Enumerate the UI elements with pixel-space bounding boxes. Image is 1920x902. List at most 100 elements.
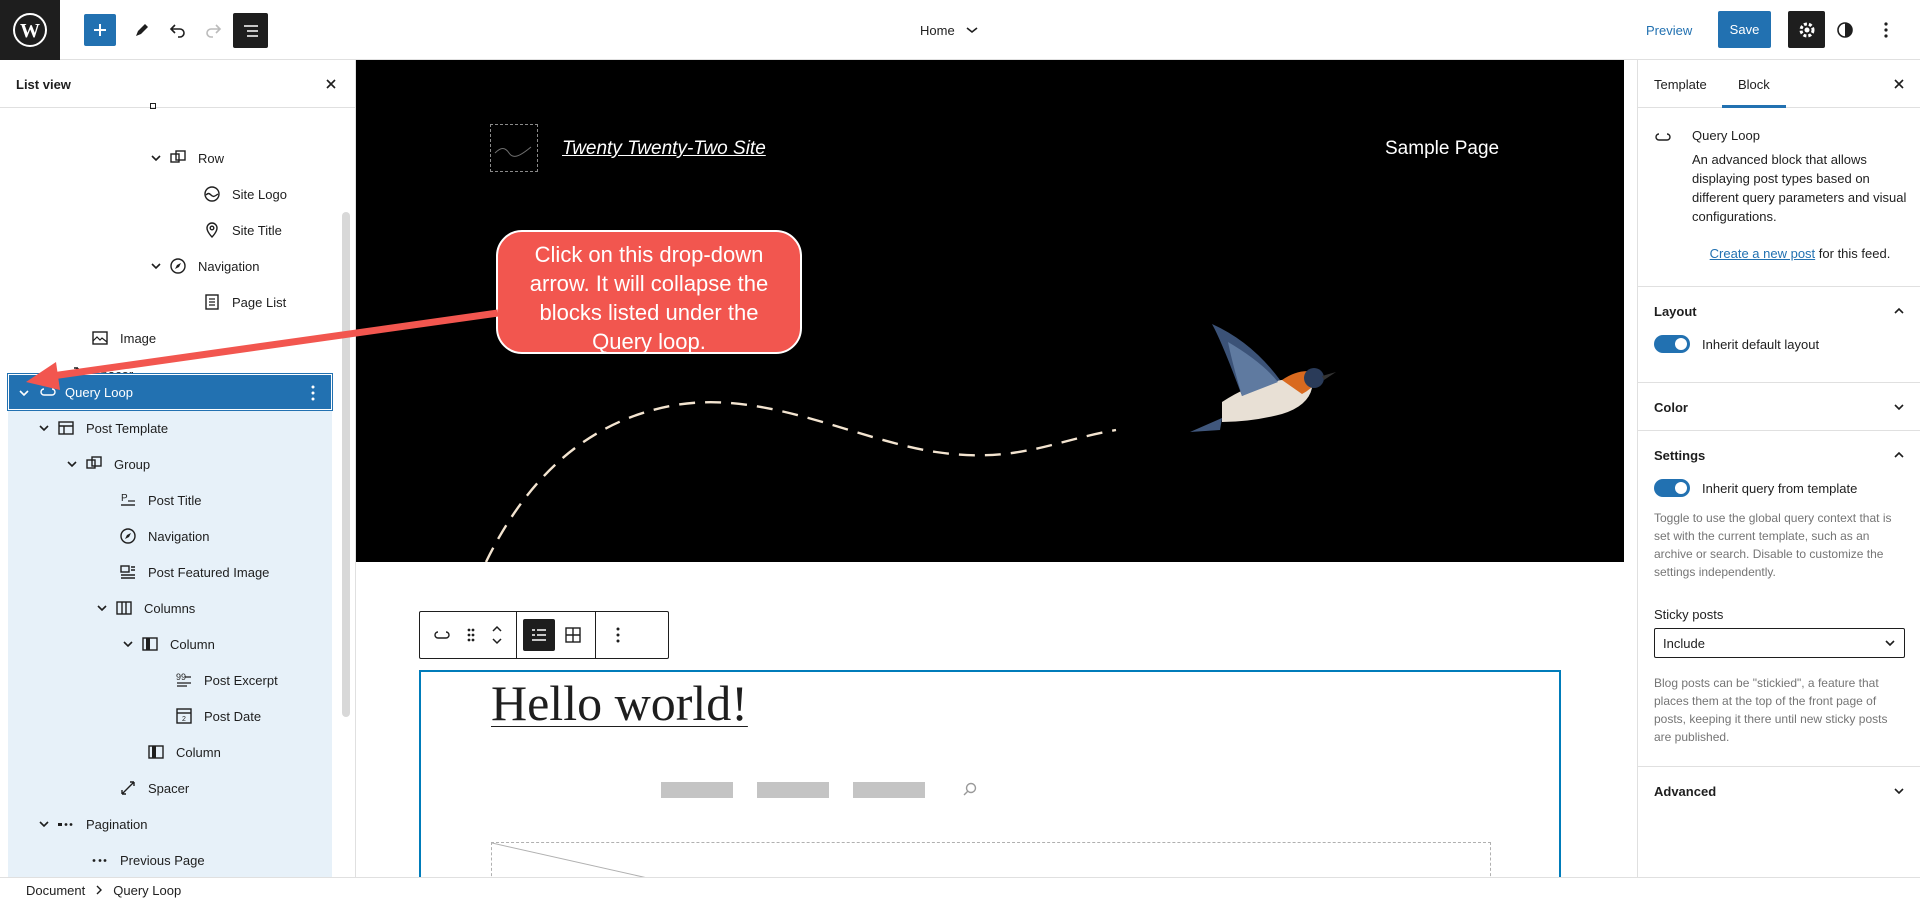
post-title[interactable]: Hello world! — [491, 674, 748, 732]
close-list-view-button[interactable] — [319, 72, 343, 96]
list-item[interactable]: Navigation — [116, 518, 209, 554]
list-item-label: Post Excerpt — [204, 672, 278, 688]
advanced-panel-toggle[interactable]: Advanced — [1638, 767, 1920, 815]
site-header-block[interactable]: Twenty Twenty-Two Site Sample Page Click… — [356, 60, 1624, 562]
list-item-query-loop[interactable]: Query Loop — [7, 373, 333, 411]
drag-handle[interactable] — [460, 619, 482, 651]
query-loop-block[interactable]: Hello world! — [419, 670, 1561, 877]
site-logo-icon — [200, 182, 224, 206]
settings-panel-title: Settings — [1654, 447, 1706, 463]
excerpt-icon: 99 — [172, 668, 196, 692]
list-item[interactable]: Post Featured Image — [116, 554, 269, 590]
list-item[interactable]: Pagination — [34, 806, 147, 842]
styles-button[interactable] — [1829, 14, 1861, 46]
list-view-icon — [243, 24, 258, 37]
list-item[interactable]: Columns — [92, 590, 195, 626]
list-item-label: Columns — [144, 600, 196, 616]
close-sidebar-button[interactable] — [1887, 72, 1911, 96]
tab-template[interactable]: Template — [1638, 60, 1723, 108]
list-item[interactable]: Post Template — [34, 410, 168, 446]
settings-sidebar: Template Block Query Loop An advanced bl… — [1637, 60, 1920, 877]
block-card-description: An advanced block that allows displaying… — [1692, 152, 1907, 224]
list-view-scrollbar[interactable] — [342, 212, 350, 717]
list-item[interactable]: Column — [144, 734, 221, 770]
inherit-layout-row: Inherit default layout — [1638, 335, 1920, 353]
color-panel: Color — [1638, 382, 1920, 430]
document-title-dropdown[interactable]: Home — [920, 14, 979, 46]
tab-block[interactable]: Block — [1722, 60, 1786, 108]
sticky-posts-select[interactable]: Include — [1654, 628, 1905, 658]
block-breadcrumb: Document Query Loop — [0, 877, 1920, 902]
column-icon — [138, 632, 162, 656]
search-icon — [959, 778, 981, 800]
more-vertical-icon[interactable] — [301, 381, 325, 405]
settings-panel-toggle[interactable]: Settings — [1638, 431, 1920, 479]
breadcrumb-query-loop[interactable]: Query Loop — [113, 883, 181, 898]
columns-icon — [112, 596, 136, 620]
list-item[interactable]: Column — [118, 626, 215, 662]
chevron-down-icon[interactable] — [34, 814, 54, 834]
chevron-down-icon[interactable] — [118, 634, 138, 654]
list-item[interactable]: 2 Post Date — [172, 698, 261, 734]
list-item[interactable]: P Post Title — [116, 482, 201, 518]
chevron-down-icon — [1885, 640, 1895, 647]
grid-display-button[interactable] — [557, 619, 589, 651]
list-item[interactable]: Image — [88, 320, 156, 356]
list-item[interactable]: Site Logo — [200, 176, 287, 212]
chevron-down-icon[interactable] — [62, 454, 82, 474]
resize-icon — [116, 776, 140, 800]
list-item[interactable]: Previous Page — [88, 842, 205, 877]
chevron-up-icon — [1894, 307, 1904, 314]
layout-panel: Layout Inherit default layout — [1638, 286, 1920, 390]
block-options-button[interactable] — [602, 619, 634, 651]
more-vertical-icon — [616, 627, 620, 643]
preview-button[interactable]: Preview — [1640, 14, 1698, 46]
list-item-label: Query Loop — [65, 385, 133, 400]
loop-icon — [434, 631, 450, 639]
list-item[interactable] — [150, 100, 156, 112]
compass-icon — [116, 524, 140, 548]
list-item-label: Page List — [232, 294, 287, 310]
create-post-line: Create a new post for this feed. — [1692, 246, 1908, 261]
wordpress-logo-icon[interactable]: W — [0, 0, 60, 60]
list-item[interactable]: Group — [62, 446, 150, 482]
chevron-down-icon[interactable] — [92, 598, 112, 618]
list-item[interactable]: 99 Post Excerpt — [172, 662, 278, 698]
undo-button[interactable] — [162, 14, 194, 46]
add-block-button[interactable] — [84, 14, 116, 46]
list-item[interactable]: Row — [146, 140, 224, 176]
list-view-toggle-button[interactable] — [233, 13, 268, 48]
settings-button[interactable] — [1788, 11, 1825, 48]
layout-panel-toggle[interactable]: Layout — [1638, 287, 1920, 335]
list-item[interactable]: Navigation — [146, 248, 259, 284]
breadcrumb-document[interactable]: Document — [26, 883, 85, 898]
inherit-layout-toggle[interactable] — [1654, 335, 1690, 353]
chevron-down-icon[interactable] — [34, 418, 54, 438]
move-up-down-button[interactable] — [484, 619, 510, 651]
options-button[interactable] — [1870, 14, 1902, 46]
block-type-button[interactable] — [426, 619, 458, 651]
featured-image-placeholder[interactable] — [491, 842, 1491, 877]
color-panel-toggle[interactable]: Color — [1638, 383, 1920, 431]
bird-image — [1190, 324, 1336, 432]
tools-button[interactable] — [126, 14, 158, 46]
grid-icon — [565, 627, 581, 643]
chevron-down-icon[interactable] — [14, 383, 34, 403]
list-display-button[interactable] — [523, 619, 555, 651]
compass-icon — [166, 254, 190, 278]
list-item[interactable]: Page List — [200, 284, 286, 320]
inherit-query-toggle[interactable] — [1654, 479, 1690, 497]
list-item[interactable]: Site Title — [200, 212, 282, 248]
save-button[interactable]: Save — [1718, 11, 1771, 48]
chevron-down-icon[interactable] — [146, 256, 166, 276]
layout-icon — [54, 416, 78, 440]
close-icon — [326, 79, 336, 89]
redo-button[interactable] — [197, 14, 229, 46]
list-item-label: Spacer — [148, 780, 190, 796]
create-new-post-link[interactable]: Create a new post — [1710, 246, 1816, 261]
chevron-down-icon[interactable] — [146, 148, 166, 168]
svg-text:P: P — [121, 493, 128, 504]
list-view-header: List view — [0, 60, 355, 108]
list-item-label: Navigation — [198, 258, 260, 274]
list-item[interactable]: Spacer — [116, 770, 189, 806]
